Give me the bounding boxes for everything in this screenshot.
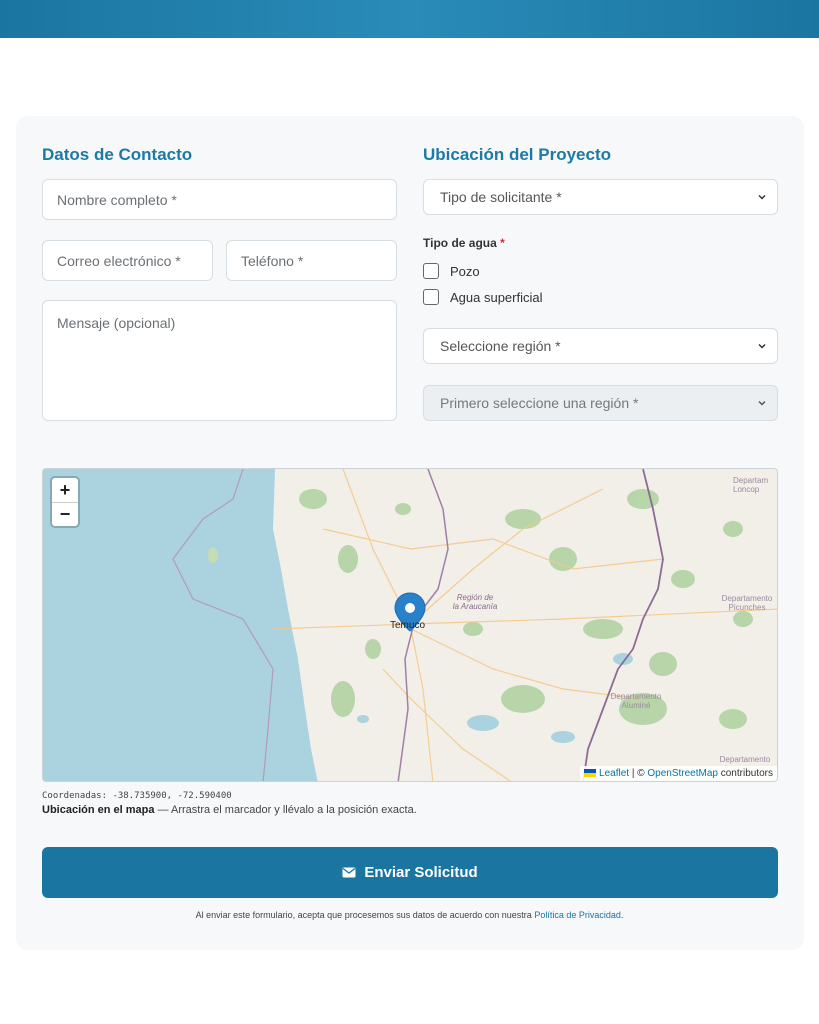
map-label-line: Departamento [610,692,662,701]
map-label-line: Departam [733,476,769,485]
chevron-down-icon [758,400,766,406]
water-type-label: Tipo de agua * [423,236,505,250]
attribution-separator: | © [629,768,648,779]
map-label-alumine: Departamento Aluminé [601,692,671,710]
message-textarea[interactable]: Mensaje (opcional) [42,300,397,421]
region-select-value: Seleccione región * [440,338,561,354]
map-label-departamento: Departamento [713,755,777,764]
osm-link[interactable]: OpenStreetMap [647,768,718,779]
full-name-placeholder: Nombre completo * [57,191,177,208]
water-type-label-text: Tipo de agua [423,236,497,250]
map-hint: Ubicación en el mapa — Arrastra el marca… [42,804,417,816]
ukraine-flag-icon [584,769,597,777]
coordinates-readout: Coordenadas: -38.735900, -72.590400 [42,791,232,801]
coordinates-label: Coordenadas: [42,791,108,801]
attribution-contributors: contributors [717,768,773,779]
region-select[interactable]: Seleccione región * [423,328,778,364]
superficial-label: Agua superficial [450,289,543,305]
email-input[interactable]: Correo electrónico * [42,240,213,281]
map-label-line: Loncop [733,485,760,494]
submit-button[interactable]: Enviar Solicitud [42,847,778,898]
map-hint-bold: Ubicación en el mapa [42,804,155,816]
phone-placeholder: Teléfono * [241,252,304,269]
map-label-picunches: Departamento Picunches [715,594,777,612]
map-label-line: Departamento [719,755,771,764]
privacy-notice: Al enviar este formulario, acepta que pr… [0,910,819,920]
water-option-pozo[interactable]: Pozo [423,263,480,279]
superficial-checkbox[interactable] [423,289,439,305]
pozo-checkbox[interactable] [423,263,439,279]
map-label-loncop: Departam Loncop [733,476,777,494]
privacy-policy-link[interactable]: Política de Privacidad [534,910,621,920]
map-region-line2: la Araucanía [452,602,498,611]
leaflet-link[interactable]: Leaflet [599,768,629,779]
message-placeholder: Mensaje (opcional) [57,315,176,331]
chevron-down-icon [758,194,766,200]
coordinates-value: -38.735900, -72.590400 [112,791,232,801]
commune-select-value: Primero seleccione una región * [440,395,639,411]
map-label-line: Departamento [721,594,773,603]
applicant-type-value: Tipo de solicitante * [440,189,562,205]
map-label-line: Picunches [728,603,766,612]
envelope-icon [342,867,356,878]
submit-label: Enviar Solicitud [364,864,478,881]
map-attribution: Leaflet | © OpenStreetMap contributors [580,766,777,781]
map-city-label: Temuco [390,620,426,631]
zoom-in-button[interactable]: + [52,478,78,502]
full-name-input[interactable]: Nombre completo * [42,179,397,220]
email-placeholder: Correo electrónico * [57,252,181,269]
top-header-bar [0,0,819,38]
zoom-out-button[interactable]: − [52,502,78,526]
location-map[interactable]: Temuco Región de la Araucanía Departam L… [42,468,778,782]
map-hint-text: — Arrastra el marcador y llévalo a la po… [154,804,417,816]
water-option-superficial[interactable]: Agua superficial [423,289,543,305]
map-region-line1: Región de [456,593,494,602]
commune-select[interactable]: Primero seleccione una región * [423,385,778,421]
location-section-title: Ubicación del Proyecto [423,145,611,164]
map-zoom-control: + − [52,478,78,526]
contact-section-title: Datos de Contacto [42,145,193,164]
privacy-end: . [620,910,624,920]
map-label-line: Aluminé [621,701,651,710]
phone-input[interactable]: Teléfono * [226,240,397,281]
privacy-text: Al enviar este formulario, acepta que pr… [195,910,535,920]
map-region-label: Región de la Araucanía [445,593,505,611]
chevron-down-icon [758,343,766,349]
applicant-type-select[interactable]: Tipo de solicitante * [423,179,778,215]
required-mark: * [500,236,505,250]
pozo-label: Pozo [450,263,480,279]
